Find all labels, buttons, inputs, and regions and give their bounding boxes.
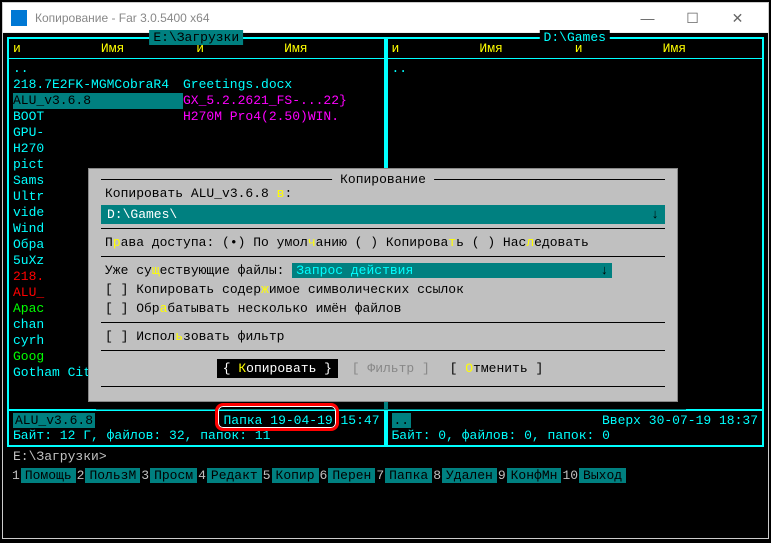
use-filter-checkbox[interactable]: [ ] Использовать фильтр bbox=[101, 327, 665, 346]
copy-button[interactable]: { Копировать } bbox=[217, 359, 338, 378]
access-rights-line[interactable]: Права доступа: (•) По умолчанию ( ) Копи… bbox=[101, 233, 665, 252]
close-button[interactable]: ✕ bbox=[715, 4, 760, 32]
terminal-area: E:\Загрузки и Имя и Имя ..218.7E2FK-MGMC… bbox=[3, 33, 768, 538]
copy-dialog: Копирование Копировать ALU_v3.6.8 в: D:\… bbox=[88, 168, 678, 402]
app-icon bbox=[11, 10, 27, 26]
fkey-7[interactable]: 7Папка bbox=[375, 468, 432, 483]
fkey-1[interactable]: 1Помощь bbox=[11, 468, 76, 483]
right-footer: .. Вверх 30-07-19 18:37 Байт: 0, файлов:… bbox=[388, 409, 763, 445]
dialog-title: Копирование bbox=[332, 172, 434, 187]
left-footer: ALU_v3.6.8 Папка 19-04-19 15:47 Байт: 12… bbox=[9, 409, 384, 445]
fkey-4[interactable]: 4Редакт bbox=[197, 468, 262, 483]
left-folder-info: Папка 19-04-19 15:47 bbox=[223, 413, 379, 428]
fkey-6[interactable]: 6Перен bbox=[319, 468, 376, 483]
fkey-9[interactable]: 9КонфМн bbox=[497, 468, 562, 483]
command-line[interactable]: E:\Загрузки> bbox=[7, 447, 764, 466]
left-stats: Байт: 12 Г, файлов: 32, папок: 11 bbox=[13, 428, 380, 443]
dropdown-arrow-icon[interactable]: ↓ bbox=[651, 207, 659, 222]
list-item[interactable]: GPU- bbox=[13, 125, 380, 141]
list-item[interactable]: .. bbox=[392, 61, 759, 77]
right-stats: Байт: 0, файлов: 0, папок: 0 bbox=[392, 428, 759, 443]
right-panel-title: D:\Games bbox=[540, 30, 610, 45]
titlebar: Копирование - Far 3.0.5400 x64 — ☐ ✕ bbox=[3, 3, 768, 33]
fkey-10[interactable]: 10Выход bbox=[561, 468, 626, 483]
fkey-8[interactable]: 8Удален bbox=[432, 468, 497, 483]
minimize-button[interactable]: — bbox=[625, 4, 670, 32]
list-item[interactable]: 218.7E2FK-MGMCobraR4Greetings.docx bbox=[13, 77, 380, 93]
function-keys-bar: 1Помощь2ПользМ3Просм4Редакт5Копир6Перен7… bbox=[7, 466, 764, 485]
list-item[interactable]: .. bbox=[13, 61, 380, 77]
left-selected: ALU_v3.6.8 bbox=[13, 413, 95, 428]
window-title: Копирование - Far 3.0.5400 x64 bbox=[35, 11, 625, 25]
right-folder-info: Вверх 30-07-19 18:37 bbox=[602, 413, 758, 428]
right-file-list[interactable]: .. bbox=[388, 59, 763, 79]
multiname-checkbox[interactable]: [ ] Обрабатывать несколько имён файлов bbox=[101, 299, 665, 318]
list-item[interactable]: ALU_v3.6.8GX_5.2.2621_FS-...22} bbox=[13, 93, 380, 109]
fkey-5[interactable]: 5Копир bbox=[262, 468, 319, 483]
left-panel-title: E:\Загрузки bbox=[149, 30, 243, 45]
filter-button[interactable]: [ Фильтр ] bbox=[346, 359, 436, 378]
dialog-buttons: { Копировать } [ Фильтр ] [ Отменить ] bbox=[101, 355, 665, 382]
list-item[interactable]: BOOTH270M Pro4(2.50)WIN. bbox=[13, 109, 380, 125]
fkey-2[interactable]: 2ПользМ bbox=[76, 468, 141, 483]
cancel-button[interactable]: [ Отменить ] bbox=[444, 359, 550, 378]
maximize-button[interactable]: ☐ bbox=[670, 4, 715, 32]
destination-input[interactable]: D:\Games\ ↓ bbox=[101, 205, 665, 224]
existing-files-line[interactable]: Уже существующие файлы: Запрос действия↓ bbox=[101, 261, 665, 280]
existing-action-dropdown[interactable]: Запрос действия↓ bbox=[292, 263, 612, 278]
symlink-checkbox[interactable]: [ ] Копировать содержимое символических … bbox=[101, 280, 665, 299]
list-item[interactable]: H270 bbox=[13, 141, 380, 157]
app-window: Копирование - Far 3.0.5400 x64 — ☐ ✕ E:\… bbox=[2, 2, 769, 539]
fkey-3[interactable]: 3Просм bbox=[140, 468, 197, 483]
right-selected: .. bbox=[392, 413, 412, 428]
